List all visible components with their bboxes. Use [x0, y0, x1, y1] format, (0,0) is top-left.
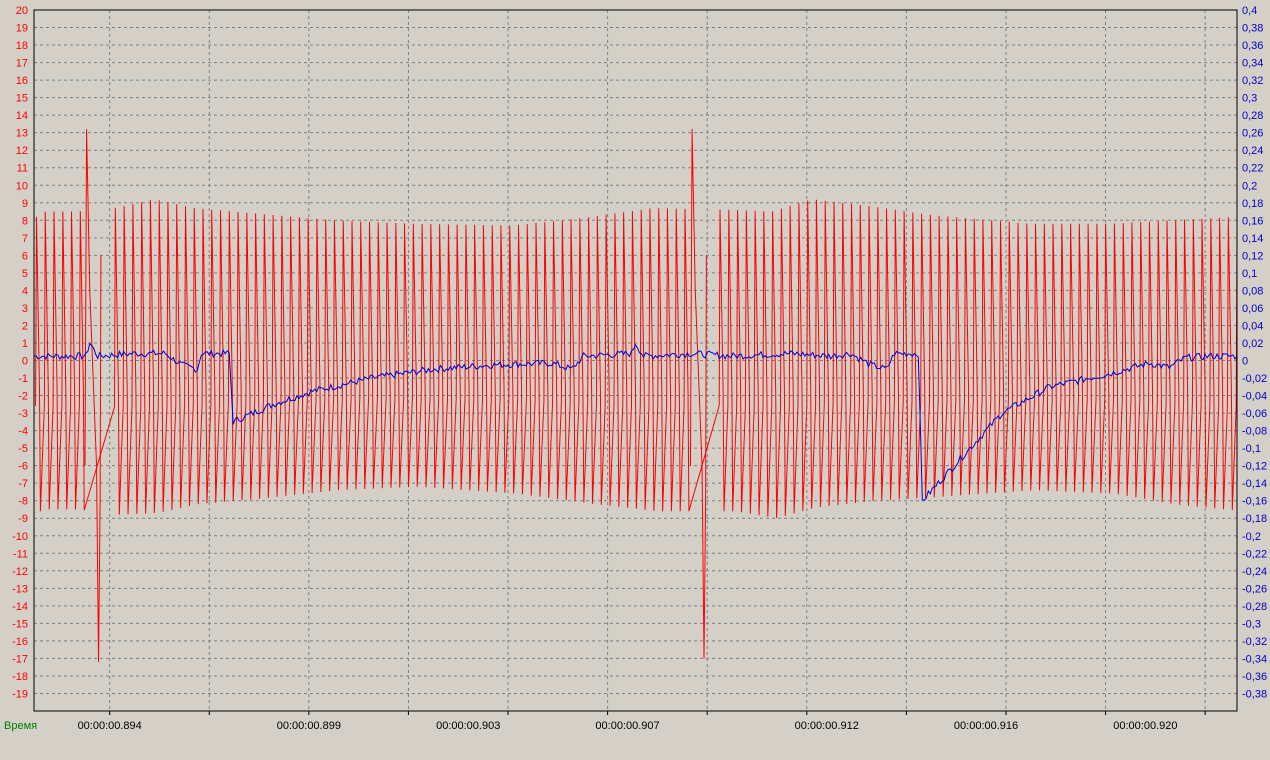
right-tick-label: 0,4 — [1242, 5, 1257, 17]
right-tick-label: -0,3 — [1242, 618, 1261, 630]
right-tick-label: 0,3 — [1242, 93, 1257, 105]
right-tick-label: -0,04 — [1242, 391, 1267, 403]
right-tick-label: 0,16 — [1242, 215, 1263, 227]
left-tick-label: 0 — [22, 356, 28, 368]
right-tick-label: -0,2 — [1242, 531, 1261, 543]
left-tick-label: 11 — [17, 163, 28, 175]
left-tick-label: -18 — [12, 671, 28, 683]
right-tick-label: -0,32 — [1242, 636, 1267, 648]
right-tick-label: -0,34 — [1242, 653, 1267, 665]
right-tick-label: -0,08 — [1242, 426, 1267, 438]
right-tick-label: 0,22 — [1242, 163, 1263, 175]
right-tick-label: -0,26 — [1242, 583, 1267, 595]
x-axis: 00:00:00.894 00:00:00.899 00:00:00.903 00:0… — [78, 711, 1206, 732]
left-tick-label: 4 — [22, 285, 28, 297]
left-tick-label: -9 — [18, 513, 28, 525]
x-tick-label: 00:00:00.920 — [1113, 720, 1177, 732]
right-tick-label: 0,08 — [1242, 285, 1263, 297]
left-tick-label: 13 — [16, 128, 28, 140]
left-tick-label: 2 — [22, 320, 28, 332]
right-tick-label: 0,02 — [1242, 338, 1263, 350]
left-tick-label: 17 — [16, 58, 28, 70]
left-tick-label: 9 — [22, 198, 28, 210]
left-tick-label: 18 — [16, 40, 28, 52]
x-tick-label: 00:00:00.907 — [595, 720, 659, 732]
x-tick-label: 00:00:00.912 — [795, 720, 859, 732]
right-tick-label: 0,34 — [1242, 58, 1263, 70]
left-tick-label: 8 — [22, 215, 28, 227]
left-tick-label: 15 — [16, 93, 28, 105]
x-axis-label: Время — [4, 720, 37, 732]
right-tick-label: 0,28 — [1242, 110, 1263, 122]
x-tick-label: 00:00:00.903 — [436, 720, 500, 732]
right-tick-label: 0,04 — [1242, 320, 1263, 332]
left-tick-label: -5 — [18, 443, 28, 455]
right-tick-label: 0,06 — [1242, 303, 1263, 315]
left-tick-label: 7 — [22, 233, 28, 245]
right-tick-label: 0,2 — [1242, 180, 1257, 192]
left-tick-label: 10 — [16, 180, 28, 192]
right-tick-label: 0,12 — [1242, 250, 1263, 262]
left-tick-label: -11 — [13, 548, 28, 560]
x-tick-label: 00:00:00.899 — [277, 720, 341, 732]
right-tick-label: -0,36 — [1242, 671, 1267, 683]
left-tick-label: -13 — [12, 583, 28, 595]
right-tick-label: 0,38 — [1242, 23, 1263, 35]
left-axis: 20191817161514131211109876543210-1-2-3-4… — [12, 5, 28, 700]
right-tick-label: 0,14 — [1242, 233, 1263, 245]
right-tick-label: -0,1 — [1242, 443, 1261, 455]
left-tick-label: -4 — [18, 426, 28, 438]
right-tick-label: -0,24 — [1242, 566, 1267, 578]
left-tick-label: -14 — [12, 601, 28, 613]
left-tick-label: -8 — [18, 496, 28, 508]
right-tick-label: -0,12 — [1242, 461, 1267, 473]
left-tick-label: 20 — [16, 5, 28, 17]
left-tick-label: 6 — [22, 250, 28, 262]
oscillogram-chart: 20191817161514131211109876543210-1-2-3-4… — [4, 5, 1267, 732]
right-tick-label: -0,16 — [1242, 496, 1267, 508]
left-tick-label: 3 — [22, 303, 28, 315]
right-tick-label: 0,1 — [1242, 268, 1257, 280]
left-tick-label: -16 — [12, 636, 28, 648]
right-tick-label: -0,14 — [1242, 478, 1267, 490]
right-tick-label: -0,18 — [1242, 513, 1267, 525]
right-tick-label: 0,26 — [1242, 128, 1263, 140]
left-tick-label: -1 — [18, 373, 28, 385]
left-tick-label: -15 — [12, 618, 28, 630]
left-tick-label: 19 — [16, 23, 28, 35]
left-tick-label: 16 — [16, 75, 28, 87]
x-tick-label: 00:00:00.916 — [954, 720, 1018, 732]
left-tick-label: -12 — [12, 566, 28, 578]
left-tick-label: -19 — [12, 688, 28, 700]
left-tick-label: 12 — [16, 145, 28, 157]
right-tick-label: 0,36 — [1242, 40, 1263, 52]
left-tick-label: -6 — [18, 461, 28, 473]
right-tick-label: -0,02 — [1242, 373, 1267, 385]
right-tick-label: 0,32 — [1242, 75, 1263, 87]
left-tick-label: 1 — [22, 338, 28, 350]
left-tick-label: -3 — [18, 408, 28, 420]
left-tick-label: -17 — [12, 653, 28, 665]
right-tick-label: 0 — [1242, 356, 1248, 368]
left-tick-label: -7 — [18, 478, 28, 490]
x-tick-label: 00:00:00.894 — [78, 720, 142, 732]
right-tick-label: 0,18 — [1242, 198, 1263, 210]
left-tick-label: -2 — [18, 391, 28, 403]
right-tick-label: -0,22 — [1242, 548, 1267, 560]
left-tick-label: 5 — [22, 268, 28, 280]
right-tick-label: -0,06 — [1242, 408, 1267, 420]
left-tick-label: 14 — [16, 110, 28, 122]
right-axis: 0,4 0,38 0,36 0,34 0,32 0,3 0,28 0,26 0,24 0,22 0,… — [1242, 5, 1267, 700]
right-tick-label: 0,24 — [1242, 145, 1263, 157]
left-tick-label: -10 — [12, 531, 28, 543]
right-tick-label: -0,38 — [1242, 688, 1267, 700]
right-tick-label: -0,28 — [1242, 601, 1267, 613]
